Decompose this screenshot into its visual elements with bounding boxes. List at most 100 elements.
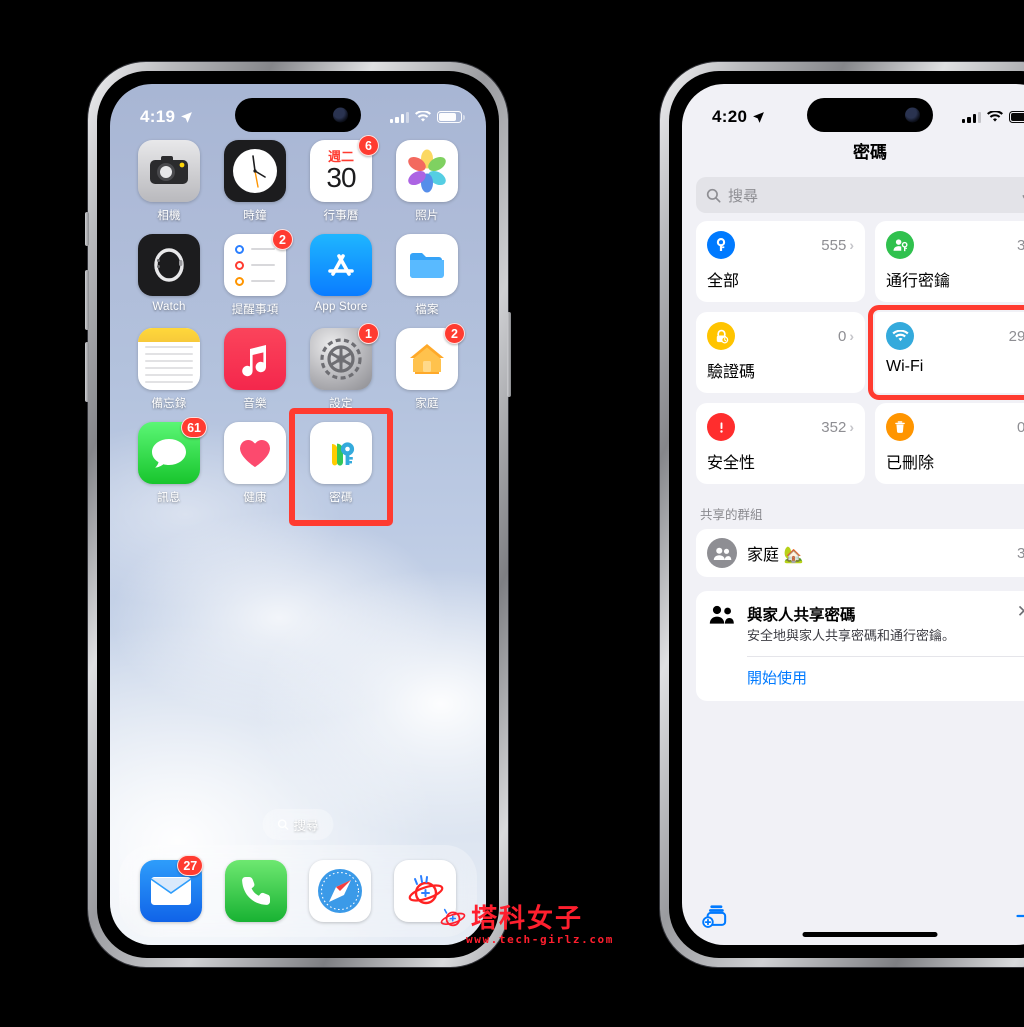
category-card-wifi[interactable]: 29 › Wi-Fi (868, 305, 1024, 400)
passwords-icon (310, 422, 372, 484)
category-card-passkeys[interactable]: 3 › 通行密鑰 (875, 221, 1024, 302)
passkey-icon (886, 231, 914, 259)
app-label: Watch (152, 301, 186, 313)
dock-badge: 27 (177, 855, 204, 876)
reminder-line (235, 260, 275, 270)
banner-subtitle: 安全地與家人共享密碼和通行密鑰。 (747, 628, 956, 643)
app-health[interactable]: 健康 (218, 422, 292, 505)
app-row-1: 相機 時鐘 週二 30 6 行事曆 照片 (132, 135, 464, 223)
app-files[interactable]: 檔案 (390, 234, 464, 317)
app-settings[interactable]: 1 設定 (304, 323, 379, 411)
app-calendar[interactable]: 週二 30 6 行事曆 (304, 135, 379, 223)
app-row-4: 61 訊息 健康 密碼 (132, 408, 464, 526)
banner-title: 與家人共享密碼 (747, 607, 856, 624)
app-clock[interactable]: 時鐘 (218, 140, 292, 223)
dock-app-safari[interactable] (309, 860, 372, 922)
app-row-2: Watch 2 提醒事項 App Store 檔案 (132, 229, 464, 317)
card-header: 0 › (886, 413, 1024, 441)
app-store-icon (310, 234, 372, 296)
search-placeholder: 搜尋 (728, 187, 759, 205)
app-reminders[interactable]: 2 提醒事項 (218, 229, 293, 317)
app-app-store[interactable]: App Store (304, 234, 378, 317)
card-count: 555 (821, 236, 847, 254)
banner-header: 與家人共享密碼 安全地與家人共享密碼和通行密鑰。 ✕ (709, 603, 1024, 645)
reminder-line (235, 276, 275, 286)
app-label: App Store (314, 301, 368, 313)
location-arrow-icon (753, 111, 765, 123)
location-arrow-icon (181, 111, 193, 123)
files-icon (396, 234, 458, 296)
app-passwords-highlighted[interactable]: 密碼 (289, 408, 393, 526)
dock-app-mail[interactable]: 27 (140, 855, 204, 922)
card-count: 0 (1016, 418, 1024, 436)
app-badge: 1 (358, 323, 379, 344)
new-shared-group-icon[interactable] (702, 904, 728, 933)
silent-switch[interactable] (85, 212, 89, 246)
watch-icon (138, 234, 200, 296)
card-count-wrap: 0 › (1017, 419, 1024, 436)
app-label: 密碼 (329, 492, 353, 504)
card-count: 3 (1016, 236, 1024, 254)
people-icon (707, 538, 737, 568)
dock-app-planet[interactable] (393, 860, 456, 922)
search-input[interactable]: 搜尋 (696, 177, 1024, 213)
app-badge: 2 (444, 323, 465, 344)
chevron-right-icon: › (849, 237, 854, 253)
device-inner-frame: 4:20 密碼 搜尋 555 › 全部 3 通行密鑰 0 › 驗證碼 29 Wi… (669, 71, 1024, 958)
cellular-signal-icon (390, 111, 409, 123)
home-search-pill[interactable]: 搜尋 (262, 809, 334, 840)
app-grid: 相機 時鐘 週二 30 6 行事曆 照片 Watch 2 提醒事項 App St… (110, 135, 486, 526)
category-card-all[interactable]: 555 › 全部 (696, 221, 865, 302)
close-icon[interactable]: ✕ (1017, 603, 1024, 620)
app-notes[interactable]: 備忘錄 (132, 328, 206, 411)
app-row-3: 備忘錄 音樂 1 設定 2 家庭 (132, 323, 465, 411)
app-label: 相機 (157, 210, 181, 222)
banner-get-started-link[interactable]: 開始使用 (709, 657, 1024, 699)
app-badge: 61 (181, 417, 207, 438)
app-messages[interactable]: 61 訊息 (132, 417, 207, 505)
warning-icon (707, 413, 735, 441)
volume-up-button[interactable] (85, 270, 89, 330)
card-count-wrap: 0 › (838, 328, 854, 345)
category-card-verification-codes[interactable]: 0 › 驗證碼 (696, 312, 865, 393)
app-watch[interactable]: Watch (132, 234, 206, 317)
search-icon (277, 819, 289, 830)
app-label: 訊息 (157, 492, 181, 504)
power-button[interactable] (507, 312, 511, 397)
passwords-content: 555 › 全部 3 通行密鑰 0 › 驗證碼 29 Wi-Fi 352 › 安… (682, 221, 1024, 891)
app-label: 照片 (415, 210, 439, 222)
card-header: 352 › (707, 413, 854, 441)
app-label: 設定 (329, 398, 353, 410)
volume-down-button[interactable] (85, 342, 89, 402)
status-bar-left: 4:19 (110, 84, 486, 134)
key-icon (707, 231, 735, 259)
card-count-wrap: 555 › (821, 237, 854, 254)
dock-app-phone[interactable] (224, 860, 287, 922)
card-header: 555 › (707, 231, 854, 259)
app-photos[interactable]: 照片 (390, 140, 464, 223)
home-indicator (802, 932, 938, 937)
notes-icon (138, 328, 200, 390)
planet-icon (393, 860, 456, 922)
clock-icon (224, 140, 286, 202)
app-home[interactable]: 2 家庭 (390, 323, 465, 411)
app-music[interactable]: 音樂 (218, 328, 292, 411)
category-card-security[interactable]: 352 › 安全性 (696, 403, 865, 484)
search-icon (706, 188, 721, 203)
app-camera[interactable]: 相機 (132, 140, 206, 223)
status-time-text: 4:19 (140, 107, 176, 126)
status-time-text: 4:20 (712, 107, 748, 126)
app-badge: 2 (272, 229, 293, 250)
home-screen-display: 4:19 相機 時鐘 週二 30 6 行事曆 照片 Watch 2 提醒事項 A… (110, 84, 486, 945)
card-count: 29 (1008, 327, 1024, 345)
shared-group-row-family[interactable]: 家庭 🏡 3 › (696, 529, 1024, 577)
category-card-deleted[interactable]: 0 › 已刪除 (875, 403, 1024, 484)
camera-icon (138, 140, 200, 202)
safari-icon (309, 860, 372, 922)
shared-groups-header: 共享的群組 (700, 508, 763, 522)
shared-group-name: 家庭 🏡 (747, 547, 804, 564)
music-icon (224, 328, 286, 390)
plus-icon[interactable] (1014, 904, 1024, 933)
reminder-line (235, 244, 275, 254)
card-count: 352 (821, 418, 847, 436)
